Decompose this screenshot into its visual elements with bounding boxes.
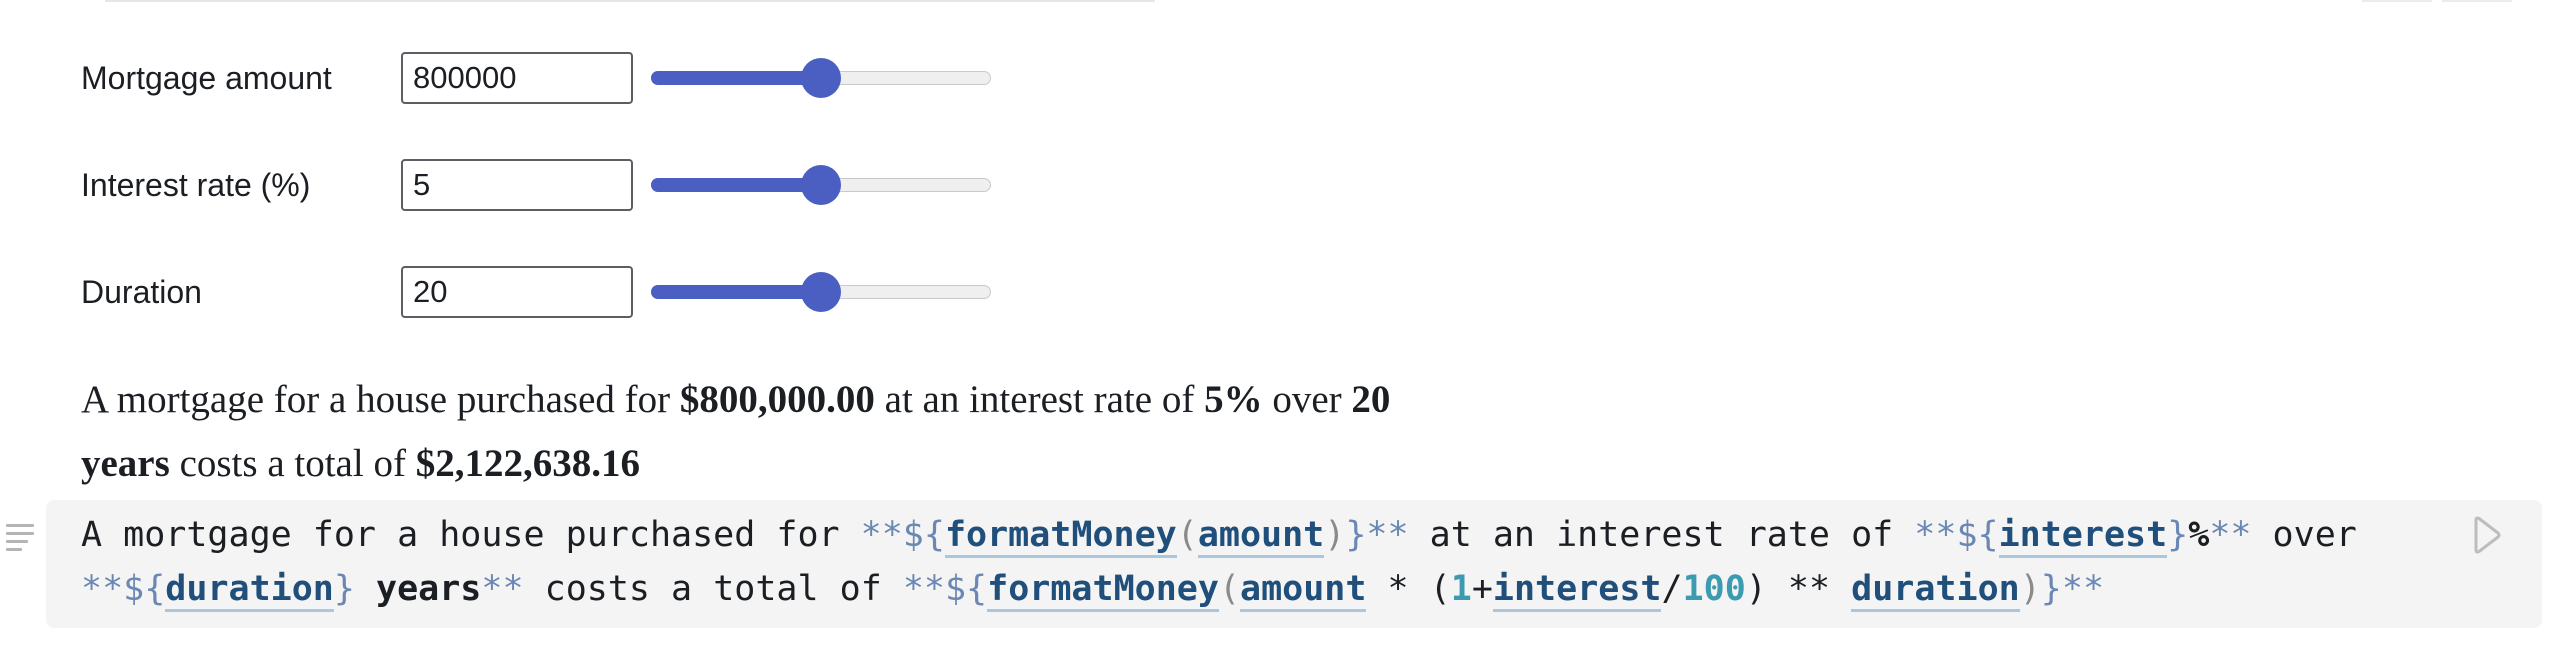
code-token: } — [333, 569, 355, 609]
previous-cell-border — [105, 0, 1155, 2]
code-token: **${ — [81, 569, 166, 609]
slider-fill — [651, 71, 821, 85]
mortgage-amount-row: Mortgage amount — [81, 52, 991, 104]
interest-rate-row: Interest rate (%) — [81, 159, 991, 211]
duration-row: Duration — [81, 266, 991, 318]
code-token: % — [2188, 515, 2210, 555]
code-token: ) ** — [1745, 569, 1852, 609]
code-token: ** — [481, 569, 524, 609]
code-token: interest — [1998, 515, 2168, 558]
code-token: 100 — [1682, 569, 1746, 609]
code-token: ( — [1176, 515, 1198, 555]
code-token: formatMoney — [987, 569, 1219, 612]
code-token: }** — [2040, 569, 2105, 609]
code-token: }** — [1345, 515, 1409, 555]
top-toolbar-edge — [2362, 0, 2512, 2]
output-years-number: 20 — [1351, 378, 1391, 421]
duration-input[interactable] — [401, 266, 633, 318]
drag-handle-icon[interactable] — [6, 524, 34, 554]
output-text: A mortgage for a house purchased for — [81, 378, 680, 421]
interest-rate-label: Interest rate (%) — [81, 166, 311, 203]
code-token: / — [1661, 569, 1683, 609]
code-token: duration — [165, 569, 334, 612]
code-token: ) — [1324, 515, 1346, 555]
code-editor[interactable]: A mortgage for a house purchased for **$… — [81, 508, 2461, 616]
code-token: costs a total of — [523, 569, 903, 609]
code-token: 1 — [1450, 569, 1472, 609]
code-token: + — [1471, 569, 1493, 609]
duration-label: Duration — [81, 273, 202, 310]
output-rate: 5% — [1204, 378, 1263, 421]
slider-thumb[interactable] — [801, 165, 841, 205]
run-cell-icon[interactable] — [2470, 516, 2502, 554]
interest-rate-input[interactable] — [401, 159, 633, 211]
output-years-word: years — [81, 442, 170, 485]
mortgage-amount-label: Mortgage amount — [81, 59, 332, 96]
code-token: **${ — [902, 569, 988, 609]
output-text: over — [1262, 378, 1352, 421]
code-token: formatMoney — [944, 515, 1177, 558]
code-token: ** — [2209, 515, 2252, 555]
code-token: interest — [1492, 569, 1662, 612]
mortgage-amount-input[interactable] — [401, 52, 633, 104]
code-token: duration — [1851, 569, 2020, 612]
code-token: * ( — [1366, 569, 1451, 609]
duration-slider[interactable] — [651, 272, 991, 312]
slider-fill — [651, 178, 821, 192]
mortgage-summary-output: A mortgage for a house purchased for $80… — [81, 368, 1721, 496]
code-token: A mortgage for a house purchased for — [81, 515, 861, 555]
interest-rate-slider[interactable] — [651, 165, 991, 205]
code-token: ) — [2019, 569, 2041, 609]
slider-thumb[interactable] — [801, 58, 841, 98]
code-token: amount — [1240, 569, 1367, 612]
code-token: ( — [1218, 569, 1241, 609]
code-token: amount — [1197, 515, 1325, 558]
code-token: } — [2167, 515, 2189, 555]
code-token: at an interest rate of — [1408, 515, 1915, 555]
output-text: costs a total of — [169, 442, 416, 485]
code-token: over — [2251, 515, 2357, 555]
slider-thumb[interactable] — [801, 272, 841, 312]
mortgage-amount-slider[interactable] — [651, 58, 991, 98]
code-token: **${ — [860, 515, 945, 555]
output-text: at an interest rate of — [874, 378, 1205, 421]
output-amount: $800,000.00 — [679, 378, 875, 421]
slider-fill — [651, 285, 821, 299]
code-token: years — [354, 569, 482, 609]
output-total: $2,122,638.16 — [415, 442, 640, 485]
code-token: **${ — [1914, 515, 1999, 555]
